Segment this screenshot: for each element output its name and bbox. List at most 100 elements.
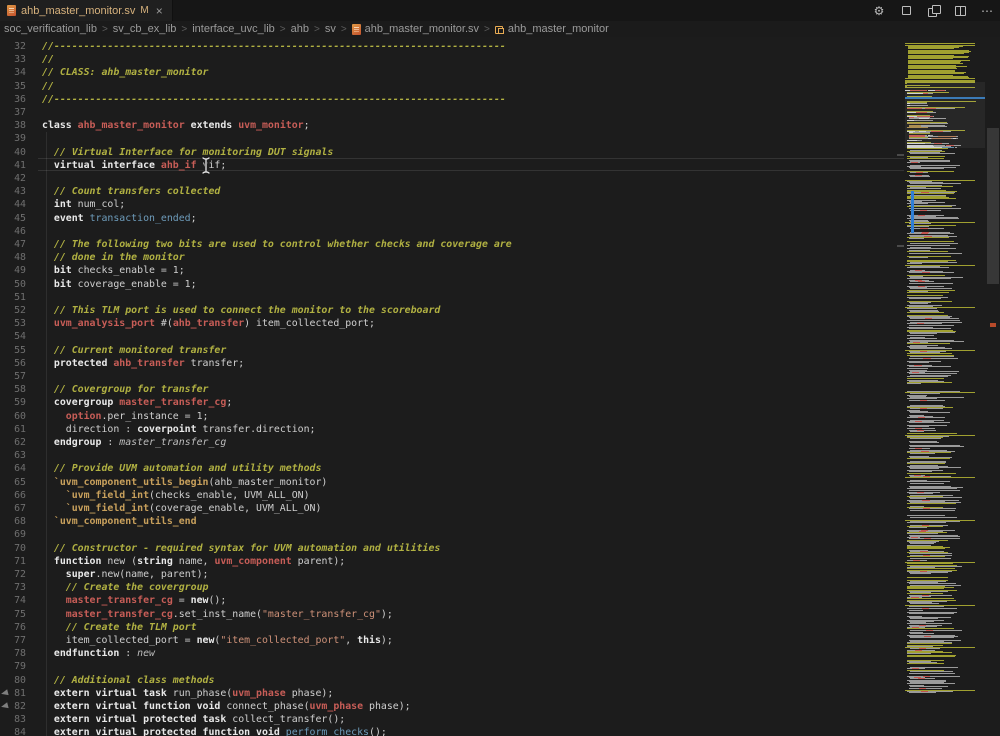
code-line-32[interactable]: //--------------------------------------…	[42, 40, 506, 53]
line-number-52[interactable]: 52	[0, 304, 26, 317]
line-number-67[interactable]: 67	[0, 502, 26, 515]
more-actions-icon[interactable]: ⋯	[980, 4, 994, 18]
breadcrumb-item-ahb-master-monitor-sv[interactable]: ahb_master_monitor.sv	[352, 23, 479, 35]
line-number-68[interactable]: 68	[0, 515, 26, 528]
code-line-48[interactable]: // done in the monitor	[42, 251, 185, 264]
code-line-65[interactable]: `uvm_component_utils_begin(ahb_master_mo…	[42, 476, 327, 489]
close-icon[interactable]: ×	[156, 4, 163, 18]
line-number-61[interactable]: 61	[0, 423, 26, 436]
breadcrumb-item-ahb-master-monitor[interactable]: ahb_master_monitor	[495, 23, 609, 35]
code-line-47[interactable]: // The following two bits are used to co…	[42, 238, 512, 251]
line-number-43[interactable]: 43	[0, 185, 26, 198]
code-line-81[interactable]: extern virtual task run_phase(uvm_phase …	[42, 687, 333, 700]
line-number-57[interactable]: 57	[0, 370, 26, 383]
line-number-69[interactable]: 69	[0, 528, 26, 541]
line-number-84[interactable]: 84	[0, 726, 26, 736]
line-number-62[interactable]: 62	[0, 436, 26, 449]
code-line-40[interactable]: // Virtual Interface for monitoring DUT …	[42, 146, 333, 159]
vertical-scrollbar[interactable]	[986, 37, 1000, 736]
code-line-62[interactable]: endgroup : master_transfer_cg	[42, 436, 226, 449]
line-number-47[interactable]: 47	[0, 238, 26, 251]
minimap[interactable]	[905, 37, 985, 736]
line-number-66[interactable]: 66	[0, 489, 26, 502]
line-number-60[interactable]: 60	[0, 410, 26, 423]
breadcrumb-item-sv[interactable]: sv	[325, 23, 336, 35]
breadcrumb-item-ahb[interactable]: ahb	[291, 23, 309, 35]
line-number-55[interactable]: 55	[0, 344, 26, 357]
line-number-40[interactable]: 40	[0, 146, 26, 159]
line-number-48[interactable]: 48	[0, 251, 26, 264]
line-number-83[interactable]: 83	[0, 713, 26, 726]
line-number-73[interactable]: 73	[0, 581, 26, 594]
code-line-76[interactable]: // Create the TLM port	[42, 621, 197, 634]
code-line-49[interactable]: bit checks_enable = 1;	[42, 264, 185, 277]
tab-ahb-master-monitor[interactable]: ahb_master_monitor.sv M ×	[0, 0, 173, 21]
code-line-50[interactable]: bit coverage_enable = 1;	[42, 278, 197, 291]
minimap-viewport-slider[interactable]	[905, 82, 985, 148]
line-number-77[interactable]: 77	[0, 634, 26, 647]
code-line-58[interactable]: // Covergroup for transfer	[42, 383, 208, 396]
open-changes-icon[interactable]	[926, 4, 940, 18]
line-number-76[interactable]: 76	[0, 621, 26, 634]
line-number-33[interactable]: 33	[0, 53, 26, 66]
layout-square-icon[interactable]	[899, 4, 913, 18]
line-number-44[interactable]: 44	[0, 198, 26, 211]
line-number-78[interactable]: 78	[0, 647, 26, 660]
line-number-49[interactable]: 49	[0, 264, 26, 277]
line-number-72[interactable]: 72	[0, 568, 26, 581]
line-number-39[interactable]: 39	[0, 132, 26, 145]
code-line-67[interactable]: `uvm_field_int(coverage_enable, UVM_ALL_…	[42, 502, 321, 515]
code-line-84[interactable]: extern virtual protected function void p…	[42, 726, 387, 736]
code-line-59[interactable]: covergroup master_transfer_cg;	[42, 396, 232, 409]
code-line-33[interactable]: //	[42, 53, 54, 66]
line-number-54[interactable]: 54	[0, 330, 26, 343]
line-number-80[interactable]: 80	[0, 674, 26, 687]
line-number-51[interactable]: 51	[0, 291, 26, 304]
code-line-43[interactable]: // Count transfers collected	[42, 185, 220, 198]
line-number-59[interactable]: 59	[0, 396, 26, 409]
code-line-78[interactable]: endfunction : new	[42, 647, 155, 660]
code-line-56[interactable]: protected ahb_transfer transfer;	[42, 357, 244, 370]
code-line-75[interactable]: master_transfer_cg.set_inst_name("master…	[42, 608, 393, 621]
line-number-79[interactable]: 79	[0, 660, 26, 673]
line-number-56[interactable]: 56	[0, 357, 26, 370]
line-number-37[interactable]: 37	[0, 106, 26, 119]
code-line-71[interactable]: function new (string name, uvm_component…	[42, 555, 345, 568]
line-number-41[interactable]: 41	[0, 159, 26, 172]
line-number-70[interactable]: 70	[0, 542, 26, 555]
line-number-71[interactable]: 71	[0, 555, 26, 568]
code-line-77[interactable]: item_collected_port = new("item_collecte…	[42, 634, 393, 647]
code-line-83[interactable]: extern virtual protected task collect_tr…	[42, 713, 345, 726]
code-line-45[interactable]: event transaction_ended;	[42, 212, 197, 225]
code-line-66[interactable]: `uvm_field_int(checks_enable, UVM_ALL_ON…	[42, 489, 310, 502]
code-line-64[interactable]: // Provide UVM automation and utility me…	[42, 462, 321, 475]
code-line-34[interactable]: // CLASS: ahb_master_monitor	[42, 66, 208, 79]
code-line-53[interactable]: uvm_analysis_port #(ahb_transfer) item_c…	[42, 317, 375, 330]
breadcrumb-item-soc-verification-lib[interactable]: soc_verification_lib	[4, 23, 97, 35]
code-line-35[interactable]: //	[42, 80, 54, 93]
line-number-32[interactable]: 32	[0, 40, 26, 53]
code-line-80[interactable]: // Additional class methods	[42, 674, 214, 687]
code-line-41[interactable]: virtual interface ahb_if vif;	[42, 159, 226, 172]
settings-gear-icon[interactable]: ⚙	[872, 4, 886, 18]
code-line-68[interactable]: `uvm_component_utils_end	[42, 515, 197, 528]
line-number-50[interactable]: 50	[0, 278, 26, 291]
code-line-72[interactable]: super.new(name, parent);	[42, 568, 208, 581]
line-number-46[interactable]: 46	[0, 225, 26, 238]
code-line-52[interactable]: // This TLM port is used to connect the …	[42, 304, 440, 317]
code-line-82[interactable]: extern virtual function void connect_pha…	[42, 700, 411, 713]
line-number-45[interactable]: 45	[0, 212, 26, 225]
code-line-55[interactable]: // Current monitored transfer	[42, 344, 226, 357]
breadcrumb-item-sv-cb-ex-lib[interactable]: sv_cb_ex_lib	[113, 23, 177, 35]
line-number-53[interactable]: 53	[0, 317, 26, 330]
scrollbar-thumb[interactable]	[987, 128, 999, 284]
line-number-34[interactable]: 34	[0, 66, 26, 79]
code-line-70[interactable]: // Constructor - required syntax for UVM…	[42, 542, 440, 555]
line-number-38[interactable]: 38	[0, 119, 26, 132]
code-line-38[interactable]: class ahb_master_monitor extends uvm_mon…	[42, 119, 310, 132]
breadcrumb-item-interface-uvc-lib[interactable]: interface_uvc_lib	[192, 23, 275, 35]
code-line-74[interactable]: master_transfer_cg = new();	[42, 594, 226, 607]
line-number-42[interactable]: 42	[0, 172, 26, 185]
code-line-73[interactable]: // Create the covergroup	[42, 581, 208, 594]
line-number-65[interactable]: 65	[0, 476, 26, 489]
